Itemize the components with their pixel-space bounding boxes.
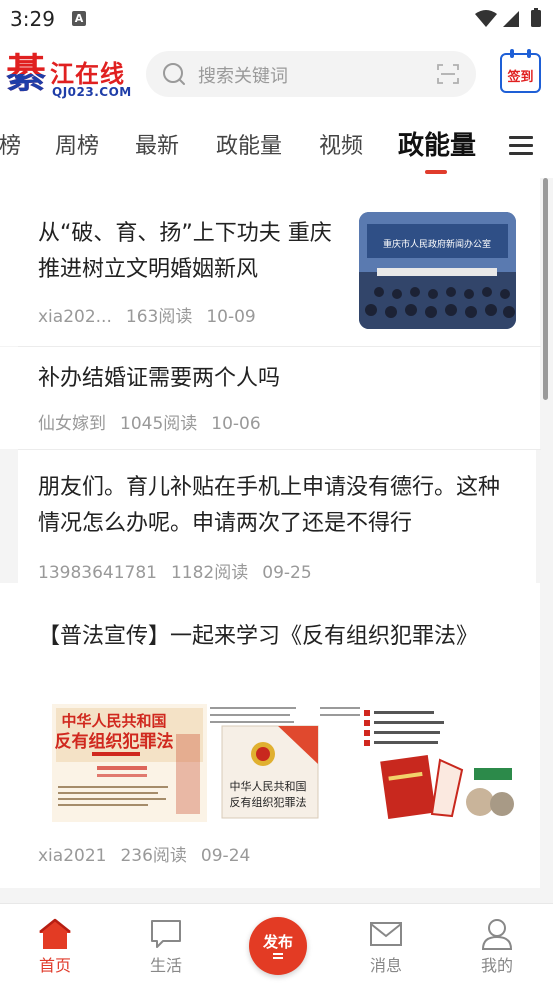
active-tab-indicator <box>425 170 447 174</box>
nav-life-label: 生活 <box>149 956 182 975</box>
news-image[interactable] <box>362 704 517 822</box>
news-title[interactable]: 【普法宣传】一起来学习《反有组织犯罪法》 <box>38 619 508 655</box>
svg-text:中华人民共和国: 中华人民共和国 <box>61 712 166 730</box>
nav-messages[interactable]: 消息 <box>351 918 421 976</box>
app-logo[interactable]: 綦 綦 江在线 QJ023.COM <box>6 52 132 102</box>
news-date: 09-25 <box>262 563 312 583</box>
notification-icon: A <box>72 11 86 26</box>
mail-icon <box>370 922 402 946</box>
news-meta: xia202... 163阅读 10-09 <box>38 302 270 327</box>
bottom-navigation: 首页 生活 发布 消息 我的 <box>0 903 553 984</box>
news-date: 09-24 <box>200 846 251 866</box>
news-date: 10-09 <box>206 307 256 327</box>
status-time: 3:29 <box>10 7 55 31</box>
law-poster-image: 中华人民共和国 反有组织犯罪法 <box>52 704 207 822</box>
nav-home[interactable]: 首页 <box>20 918 90 976</box>
tab-positive-energy[interactable]: 政能量 <box>216 128 282 160</box>
law-book-cover-image: 中华人民共和国 反有组织犯罪法 <box>208 704 363 822</box>
news-title[interactable]: 从“破、育、扬”上下功夫 重庆推进树立文明婚姻新风 <box>38 216 338 288</box>
news-image[interactable]: 中华人民共和国 反有组织犯罪法 <box>52 704 207 822</box>
news-card[interactable]: 朋友们。育儿补贴在手机上申请没有德行。这种情况怎么办呢。申请两次了还是不得行 1… <box>18 450 536 583</box>
news-author: xia2021 <box>38 846 107 866</box>
tab-video[interactable]: 视频 <box>319 128 363 160</box>
category-tabs: 榜 周榜 最新 政能量 视频 政能量 <box>0 118 553 176</box>
home-icon <box>39 918 71 949</box>
nav-home-label: 首页 <box>38 956 71 975</box>
thumb-caption: 重庆市人民政府新闻办公室 <box>383 238 491 250</box>
news-reads: 163阅读 <box>125 307 193 327</box>
status-bar: 3:29 A <box>0 0 553 38</box>
tab-bang[interactable]: 榜 <box>0 128 21 160</box>
news-title[interactable]: 朋友们。育儿补贴在手机上申请没有德行。这种情况怎么办呢。申请两次了还是不得行 <box>38 470 518 542</box>
calendar-ring-icon <box>510 49 514 58</box>
calendar-ring-icon <box>527 49 531 58</box>
news-card[interactable]: 补办结婚证需要两个人吗 仙女嫁到 1045阅读 10-06 <box>0 347 540 449</box>
news-meta: 13983641781 1182阅读 09-25 <box>38 558 326 583</box>
search-icon <box>163 63 185 85</box>
svg-text:中华人民共和国: 中华人民共和国 <box>230 779 307 793</box>
news-reads: 1182阅读 <box>170 563 249 583</box>
nav-life[interactable]: 生活 <box>131 918 201 976</box>
news-card[interactable]: 从“破、育、扬”上下功夫 重庆推进树立文明婚姻新风 xia202... 163阅读… <box>0 178 540 346</box>
news-author: 13983641781 <box>38 563 157 583</box>
press-conference-image: 重庆市人民政府新闻办公室 <box>359 212 516 329</box>
search-placeholder: 搜索关键词 <box>198 66 288 87</box>
svg-text:反有组织犯罪法: 反有组织犯罪法 <box>55 731 174 752</box>
menu-icon[interactable] <box>509 134 535 156</box>
svg-text:反有组织犯罪法: 反有组织犯罪法 <box>230 795 307 809</box>
search-bar[interactable]: 搜索关键词 <box>146 51 476 97</box>
news-author: xia202... <box>38 307 112 327</box>
news-image[interactable]: 中华人民共和国 反有组织犯罪法 <box>208 704 363 822</box>
news-reads: 236阅读 <box>120 846 187 866</box>
nav-profile-label: 我的 <box>480 956 513 975</box>
news-thumbnail[interactable]: 重庆市人民政府新闻办公室 <box>359 212 516 329</box>
logo-brand: 江在线 <box>50 59 125 88</box>
signin-button[interactable]: 签到 <box>500 49 541 93</box>
tab-latest[interactable]: 最新 <box>135 128 179 160</box>
user-icon <box>481 919 513 950</box>
logo-domain: QJ023.COM <box>52 85 132 99</box>
news-date: 10-06 <box>211 414 261 434</box>
news-meta: 仙女嫁到 1045阅读 10-06 <box>38 409 275 434</box>
chat-bubble-icon <box>151 920 181 948</box>
publish-button[interactable]: 发布 <box>249 917 307 975</box>
signin-label: 签到 <box>507 70 534 85</box>
law-cartoon-image <box>362 704 517 822</box>
news-author: 仙女嫁到 <box>38 414 106 434</box>
publish-dash-icon <box>273 957 283 959</box>
tab-positive-energy-active[interactable]: 政能量 <box>398 125 476 162</box>
signal-wifi-battery-icon <box>475 8 541 27</box>
publish-dash-icon <box>273 953 283 955</box>
news-reads: 1045阅读 <box>120 414 198 434</box>
tab-weekly[interactable]: 周榜 <box>55 128 99 160</box>
scan-icon[interactable] <box>436 62 460 86</box>
feed-scrollbar[interactable] <box>543 178 548 400</box>
app-header: 綦 綦 江在线 QJ023.COM 搜索关键词 签到 <box>0 44 553 108</box>
nav-messages-label: 消息 <box>369 956 402 975</box>
news-card[interactable]: 【普法宣传】一起来学习《反有组织犯罪法》 中华人民共和国 反有组织犯罪法 中华人… <box>0 583 540 888</box>
nav-profile[interactable]: 我的 <box>462 918 532 976</box>
news-title[interactable]: 补办结婚证需要两个人吗 <box>38 361 518 397</box>
news-meta: xia2021 236阅读 09-24 <box>38 841 264 866</box>
publish-label: 发布 <box>262 933 293 951</box>
